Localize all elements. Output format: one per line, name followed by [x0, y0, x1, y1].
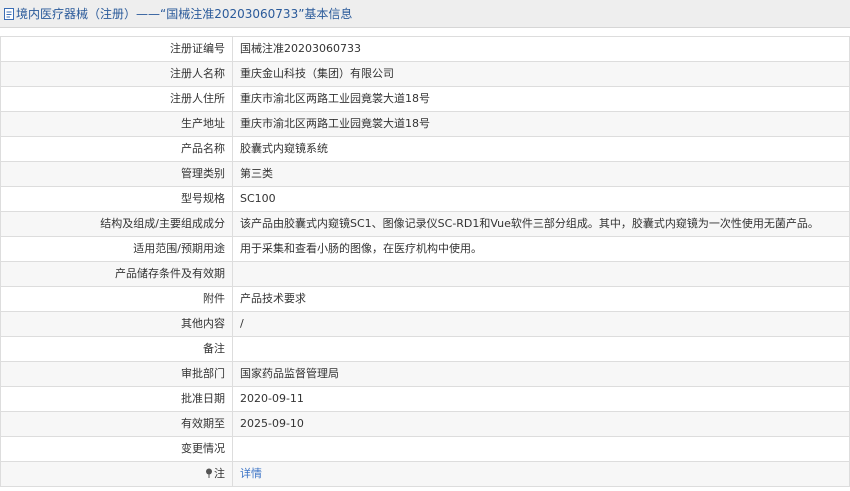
table-row: 注册人住所 重庆市渝北区两路工业园竟裳大道18号 — [0, 86, 850, 112]
table-row: 备注 — [0, 336, 850, 362]
table-row: 结构及组成/主要组成成分 该产品由胶囊式内窥镜SC1、图像记录仪SC-RD1和V… — [0, 211, 850, 237]
field-value: 2025-09-10 — [232, 411, 850, 437]
field-label: 注册人名称 — [0, 61, 233, 87]
table-row: 变更情况 — [0, 436, 850, 462]
field-value: 该产品由胶囊式内窥镜SC1、图像记录仪SC-RD1和Vue软件三部分组成。其中，… — [232, 211, 850, 237]
page: 境内医疗器械（注册）——“国械注准20203060733”基本信息 注册证编号 … — [0, 0, 850, 491]
field-value: 重庆金山科技（集团）有限公司 — [232, 61, 850, 87]
info-table: 注册证编号 国械注准20203060733 注册人名称 重庆金山科技（集团）有限… — [0, 36, 850, 487]
page-title: 境内医疗器械（注册）——“国械注准20203060733”基本信息 — [16, 7, 353, 21]
details-link[interactable]: 详情 — [240, 467, 262, 480]
note-label: 注 — [214, 467, 225, 480]
table-row: 适用范围/预期用途 用于采集和查看小肠的图像，在医疗机构中使用。 — [0, 236, 850, 262]
field-label: 管理类别 — [0, 161, 233, 187]
field-label: 产品名称 — [0, 136, 233, 162]
table-row: 注册人名称 重庆金山科技（集团）有限公司 — [0, 61, 850, 87]
field-value: 胶囊式内窥镜系统 — [232, 136, 850, 162]
table-row: 注册证编号 国械注准20203060733 — [0, 36, 850, 62]
pin-icon — [206, 468, 212, 478]
table-row: 有效期至 2025-09-10 — [0, 411, 850, 437]
table-row: 管理类别 第三类 — [0, 161, 850, 187]
field-value: 重庆市渝北区两路工业园竟裳大道18号 — [232, 86, 850, 112]
table-row: 型号规格 SC100 — [0, 186, 850, 212]
field-label: 注 — [0, 461, 233, 487]
field-value: 重庆市渝北区两路工业园竟裳大道18号 — [232, 111, 850, 137]
field-label: 结构及组成/主要组成成分 — [0, 211, 233, 237]
field-label: 型号规格 — [0, 186, 233, 212]
field-label: 附件 — [0, 286, 233, 312]
table-row: 批准日期 2020-09-11 — [0, 386, 850, 412]
field-label: 注册人住所 — [0, 86, 233, 112]
document-icon — [4, 7, 14, 20]
field-value: 国家药品监督管理局 — [232, 361, 850, 387]
field-value: SC100 — [232, 186, 850, 212]
table-row: 产品储存条件及有效期 — [0, 261, 850, 287]
field-label: 其他内容 — [0, 311, 233, 337]
field-label: 适用范围/预期用途 — [0, 236, 233, 262]
table-row-note: 注 详情 — [0, 461, 850, 487]
field-label: 审批部门 — [0, 361, 233, 387]
table-row: 生产地址 重庆市渝北区两路工业园竟裳大道18号 — [0, 111, 850, 137]
field-label: 变更情况 — [0, 436, 233, 462]
page-header: 境内医疗器械（注册）——“国械注准20203060733”基本信息 — [0, 0, 850, 28]
field-label: 注册证编号 — [0, 36, 233, 62]
table-row: 其他内容 / — [0, 311, 850, 337]
field-label: 批准日期 — [0, 386, 233, 412]
field-value: 2020-09-11 — [232, 386, 850, 412]
field-label: 产品储存条件及有效期 — [0, 261, 233, 287]
field-value: 产品技术要求 — [232, 286, 850, 312]
field-label: 备注 — [0, 336, 233, 362]
field-value: 第三类 — [232, 161, 850, 187]
field-label: 有效期至 — [0, 411, 233, 437]
field-label: 生产地址 — [0, 111, 233, 137]
table-row: 审批部门 国家药品监督管理局 — [0, 361, 850, 387]
table-row: 附件 产品技术要求 — [0, 286, 850, 312]
field-value: 国械注准20203060733 — [232, 36, 850, 62]
table-row: 产品名称 胶囊式内窥镜系统 — [0, 136, 850, 162]
field-value — [232, 336, 850, 362]
field-value: 用于采集和查看小肠的图像，在医疗机构中使用。 — [232, 236, 850, 262]
field-value — [232, 261, 850, 287]
field-value: 详情 — [232, 461, 850, 487]
field-value — [232, 436, 850, 462]
field-value: / — [232, 311, 850, 337]
